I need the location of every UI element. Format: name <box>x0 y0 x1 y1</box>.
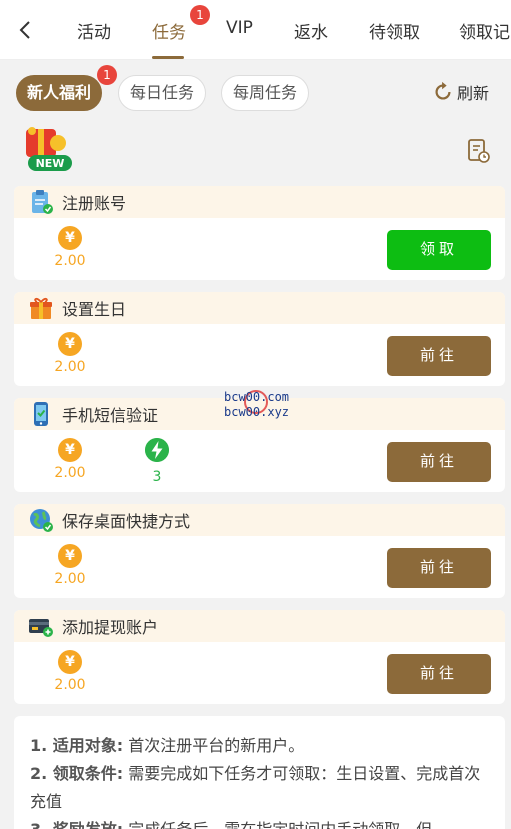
subtab-daily[interactable]: 每日任务 <box>118 75 206 111</box>
refresh-icon <box>435 81 451 100</box>
task-card-shortcut: 保存桌面快捷方式 ¥ 2.00 前往 <box>14 504 505 598</box>
tab-activity[interactable]: 活动 <box>77 18 111 43</box>
new-badge-text: NEW <box>36 157 65 170</box>
tab-tasks-badge: 1 <box>190 5 210 25</box>
go-button[interactable]: 前往 <box>387 336 491 376</box>
rule-key: 3. 奖励发放: <box>30 820 123 829</box>
tab-pending[interactable]: 待领取 <box>369 18 420 43</box>
coin-icon: ¥ <box>58 650 82 674</box>
watermark-line-2: bcw00.xyz <box>224 405 290 419</box>
go-button[interactable]: 前往 <box>387 442 491 482</box>
task-card-birthday: 设置生日 ¥ 2.00 前往 <box>14 292 505 386</box>
reward-value: 2.00 <box>54 253 86 269</box>
rule-text: 完成任务后，需在指定时间内手动领取，但 <box>128 820 432 829</box>
reward-value: 2.00 <box>54 359 86 375</box>
go-button[interactable]: 前往 <box>387 548 491 588</box>
lightning-icon <box>145 438 169 462</box>
claim-button[interactable]: 领取 <box>387 230 491 270</box>
task-title: 添加提现账户 <box>62 618 159 637</box>
tab-rebate[interactable]: 返水 <box>294 18 328 43</box>
reward-amount: ¥ 2.00 <box>50 650 90 693</box>
rule-item: 3. 奖励发放: 完成任务后，需在指定时间内手动领取，但 <box>30 816 489 829</box>
clipboard-icon <box>32 190 53 214</box>
subtab-weekly[interactable]: 每周任务 <box>221 75 309 111</box>
subtab-newbie-badge: 1 <box>97 65 117 85</box>
task-header: 注册账号 <box>14 186 505 218</box>
task-title: 设置生日 <box>62 300 127 319</box>
rule-item: 2. 领取条件: 需要完成如下任务才可领取：生日设置、完成首次充值 <box>30 760 489 816</box>
task-history-icon[interactable] <box>466 138 492 164</box>
reward-amount: ¥ 2.00 <box>50 226 90 269</box>
rule-key: 2. 领取条件: <box>30 764 124 783</box>
bonus-amount: 3 <box>137 438 177 485</box>
rule-key: 1. 适用对象: <box>30 736 124 755</box>
task-card-register: 注册账号 ¥ 2.00 领取 <box>14 186 505 280</box>
coin-icon: ¥ <box>58 332 82 356</box>
coin-icon: ¥ <box>58 438 82 462</box>
gift-box-icon <box>30 297 52 319</box>
reward-amount: ¥ 2.00 <box>50 544 90 587</box>
subtab-newbie[interactable]: 新人福利 <box>16 75 102 111</box>
bonus-value: 3 <box>152 469 162 485</box>
reward-amount: ¥ 2.00 <box>50 332 90 375</box>
watermark: bcw00.com bcw00.xyz <box>224 390 289 420</box>
go-button[interactable]: 前往 <box>387 654 491 694</box>
refresh-button[interactable]: 刷新 <box>432 80 489 104</box>
coin-icon: ¥ <box>58 226 82 250</box>
top-nav: 活动 任务 1 VIP 返水 待领取 领取记录 <box>0 0 511 60</box>
reward-amount: ¥ 2.00 <box>50 438 90 481</box>
bank-card-icon <box>29 619 53 637</box>
task-title: 注册账号 <box>62 194 127 213</box>
rules-box: 1. 适用对象: 首次注册平台的新用户。 2. 领取条件: 需要完成如下任务才可… <box>14 716 505 829</box>
task-header: 设置生日 <box>14 292 505 324</box>
refresh-label: 刷新 <box>457 84 490 103</box>
tab-claim-history[interactable]: 领取记录 <box>459 18 511 43</box>
task-header: 保存桌面快捷方式 <box>14 504 505 536</box>
active-tab-indicator <box>152 56 184 59</box>
coin-icon: ¥ <box>58 544 82 568</box>
reward-value: 2.00 <box>54 571 86 587</box>
task-title: 手机短信验证 <box>62 406 159 425</box>
globe-icon <box>30 509 53 532</box>
new-gift-icon: NEW <box>26 127 72 171</box>
tab-vip[interactable]: VIP <box>226 18 253 38</box>
reward-value: 2.00 <box>54 677 86 693</box>
reward-value: 2.00 <box>54 465 86 481</box>
rule-text: 首次注册平台的新用户。 <box>128 736 305 755</box>
back-arrow-icon[interactable] <box>14 18 38 42</box>
task-header: 添加提现账户 <box>14 610 505 642</box>
watermark-line-1: bcw00.com <box>224 390 290 404</box>
task-title: 保存桌面快捷方式 <box>62 512 191 531</box>
phone-icon <box>34 402 48 426</box>
rule-item: 1. 适用对象: 首次注册平台的新用户。 <box>30 732 489 760</box>
task-card-withdraw-account: 添加提现账户 ¥ 2.00 前往 <box>14 610 505 704</box>
tab-tasks[interactable]: 任务 <box>152 18 186 43</box>
